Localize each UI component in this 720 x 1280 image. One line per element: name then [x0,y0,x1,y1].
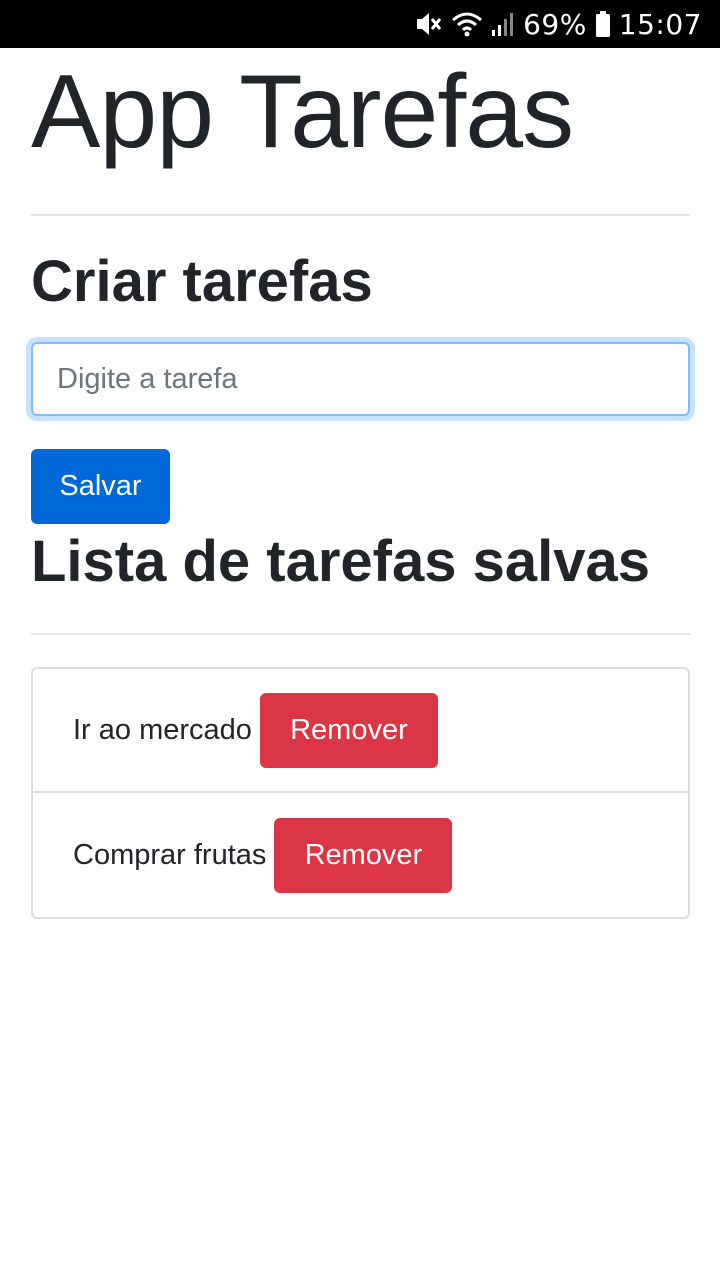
remove-button[interactable]: Remover [259,692,438,768]
task-input[interactable] [31,342,690,416]
list-section-title: Lista de tarefas salvas [31,529,651,594]
list-item: Ir ao mercado Remover [33,669,688,793]
task-text: Comprar frutas [73,838,267,871]
task-list: Ir ao mercado Remover Comprar frutas Rem… [31,667,690,919]
save-button[interactable]: Salvar [31,449,170,524]
battery-icon [595,10,611,38]
create-section-title: Criar tarefas [31,249,373,314]
mute-icon [413,10,443,38]
divider [31,214,690,216]
divider [31,633,690,635]
task-text: Ir ao mercado [73,713,252,746]
page-title: App Tarefas [31,54,574,170]
clock: 15:07 [618,7,702,41]
signal-icon [491,10,515,38]
list-item: Comprar frutas Remover [33,793,688,917]
remove-button[interactable]: Remover [274,817,453,893]
battery-percentage: 69% [523,7,587,41]
wifi-icon [451,10,483,38]
status-bar: 69% 15:07 [0,0,720,48]
